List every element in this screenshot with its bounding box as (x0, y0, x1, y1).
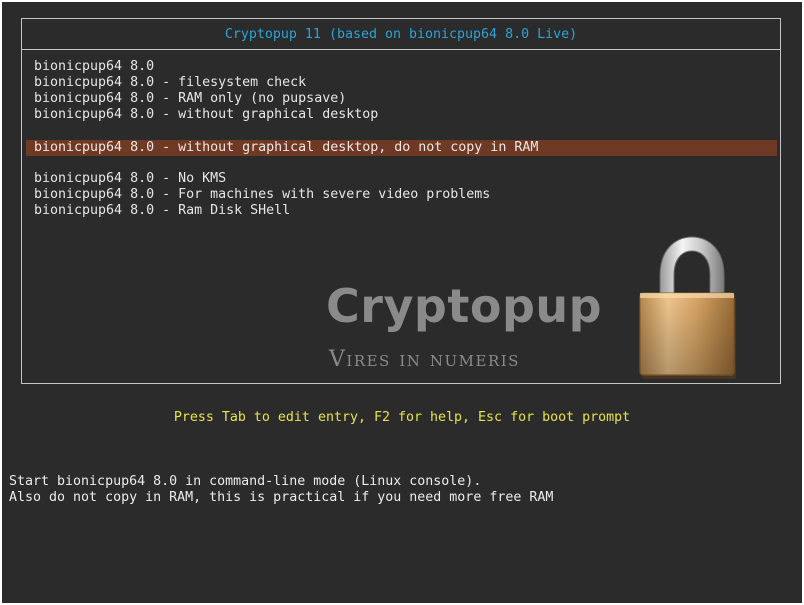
boot-screen: Cryptopup 11 (based on bionicpup64 8.0 L… (2, 2, 802, 603)
boot-menu: Cryptopup 11 (based on bionicpup64 8.0 L… (21, 18, 781, 384)
entry-help-line-2: Also do not copy in RAM, this is practic… (9, 490, 554, 505)
entry-help-line-1: Start bionicpup64 8.0 in command-line mo… (9, 474, 482, 489)
menu-entry-ram-only[interactable]: bionicpup64 8.0 - RAM only (no pupsave) (26, 91, 777, 107)
logo-motto: Vires in numeris (329, 347, 520, 372)
menu-entry-no-desktop-no-copy[interactable]: bionicpup64 8.0 - without graphical desk… (26, 140, 777, 156)
menu-entry-no-kms[interactable]: bionicpup64 8.0 - No KMS (26, 171, 777, 187)
cryptopup-logo-text: Cryptopup (326, 279, 603, 333)
keyboard-hint: Press Tab to edit entry, F2 for help, Es… (173, 410, 631, 425)
menu-entry-default[interactable]: bionicpup64 8.0 (26, 59, 777, 75)
padlock-icon (639, 236, 736, 379)
menu-entry-filesystem-check[interactable]: bionicpup64 8.0 - filesystem check (26, 75, 777, 91)
menu-entry-video-problems[interactable]: bionicpup64 8.0 - For machines with seve… (26, 187, 777, 203)
menu-title: Cryptopup 11 (based on bionicpup64 8.0 L… (22, 19, 780, 50)
menu-entry-ram-disk-shell[interactable]: bionicpup64 8.0 - Ram Disk SHell (26, 203, 777, 219)
menu-entry-no-desktop[interactable]: bionicpup64 8.0 - without graphical desk… (26, 107, 777, 123)
